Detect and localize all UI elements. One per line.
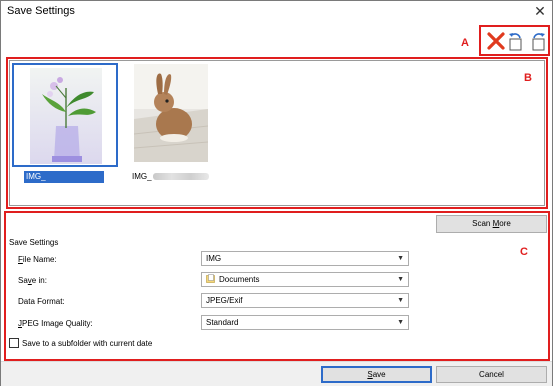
rotate-left-button[interactable] [506, 31, 526, 51]
annotation-c: C [520, 246, 528, 258]
annotation-a: A [461, 37, 469, 49]
scan-more-button[interactable]: Scan More [436, 215, 547, 233]
save-button[interactable]: Save [321, 366, 432, 383]
window-title: Save Settings [7, 5, 75, 17]
scan-more-label-post: ore [499, 219, 511, 228]
chevron-down-icon[interactable]: ▼ [397, 273, 404, 286]
rotate-left-icon [509, 33, 522, 51]
chevron-down-icon[interactable]: ▼ [397, 316, 404, 329]
subfolder-option[interactable]: Save to a subfolder with current date [9, 338, 152, 348]
thumbnail-area: IMG_ IMG_ B [6, 57, 548, 209]
jpeg-quality-dropdown[interactable]: Standard ▼ [201, 315, 409, 330]
rotate-right-button[interactable] [528, 31, 548, 51]
thumbnail-filename[interactable]: IMG_ [130, 171, 211, 183]
save-settings-dialog: Save Settings ✕ A IMG_ IMG_ B C Scan Mor… [0, 0, 553, 386]
thumbnail-filename[interactable]: IMG_ [24, 171, 104, 183]
save-in-label: Save in: [18, 276, 47, 285]
file-name-value: IMG [206, 254, 222, 263]
file-name-combo[interactable]: IMG ▼ [201, 251, 409, 266]
jpeg-quality-value: Standard [206, 318, 239, 327]
delete-icon [487, 32, 505, 50]
thumbnail-frame [120, 63, 226, 167]
scan-more-label-pre: Scan [472, 219, 493, 228]
thumbnail-filename-text: IMG_ [132, 172, 152, 181]
close-icon: ✕ [534, 3, 546, 19]
subfolder-label: Save to a subfolder with current date [22, 339, 153, 348]
save-in-dropdown[interactable]: Documents ▼ [201, 272, 409, 287]
dialog-button-bar: Save Cancel [1, 361, 552, 386]
thumbnail-filename-text: IMG_ [26, 172, 46, 181]
close-button[interactable]: ✕ [532, 3, 548, 19]
chevron-down-icon[interactable]: ▼ [397, 252, 404, 265]
data-format-dropdown[interactable]: JPEG/Exif ▼ [201, 293, 409, 308]
data-format-label: Data Format: [18, 297, 65, 306]
save-in-label-pre: Sa [18, 276, 28, 285]
save-in-label-post: e in: [31, 276, 47, 285]
image-toolbar [479, 25, 550, 56]
thumbnail-frame [12, 63, 118, 167]
thumbnail-list: IMG_ IMG_ B [9, 60, 545, 206]
jpeg-quality-label-post: PEG Image Quality: [22, 319, 93, 328]
delete-button[interactable] [486, 31, 506, 51]
settings-heading: Save Settings [9, 238, 59, 247]
cancel-button[interactable]: Cancel [436, 366, 547, 383]
thumbnail-item[interactable]: IMG_ [120, 63, 228, 183]
save-in-value: Documents [219, 275, 260, 284]
thumbnail-item[interactable]: IMG_ [12, 63, 120, 183]
data-format-value: JPEG/Exif [206, 296, 243, 305]
thumbnail-image-rabbit [134, 64, 208, 162]
thumbnail-image-flowers [30, 68, 102, 164]
file-name-label: File Name: [18, 255, 57, 264]
blurred-filename-suffix [152, 173, 209, 181]
file-name-label-post: ile Name: [22, 255, 57, 264]
rotate-right-icon [532, 33, 545, 51]
chevron-down-icon[interactable]: ▼ [397, 294, 404, 307]
annotation-b: B [524, 72, 532, 84]
documents-folder-icon [206, 274, 215, 283]
save-label-post: ave [372, 370, 386, 379]
subfolder-checkbox[interactable] [9, 338, 19, 348]
title-bar: Save Settings ✕ [1, 1, 552, 21]
jpeg-quality-label: JPEG Image Quality: [18, 319, 93, 328]
